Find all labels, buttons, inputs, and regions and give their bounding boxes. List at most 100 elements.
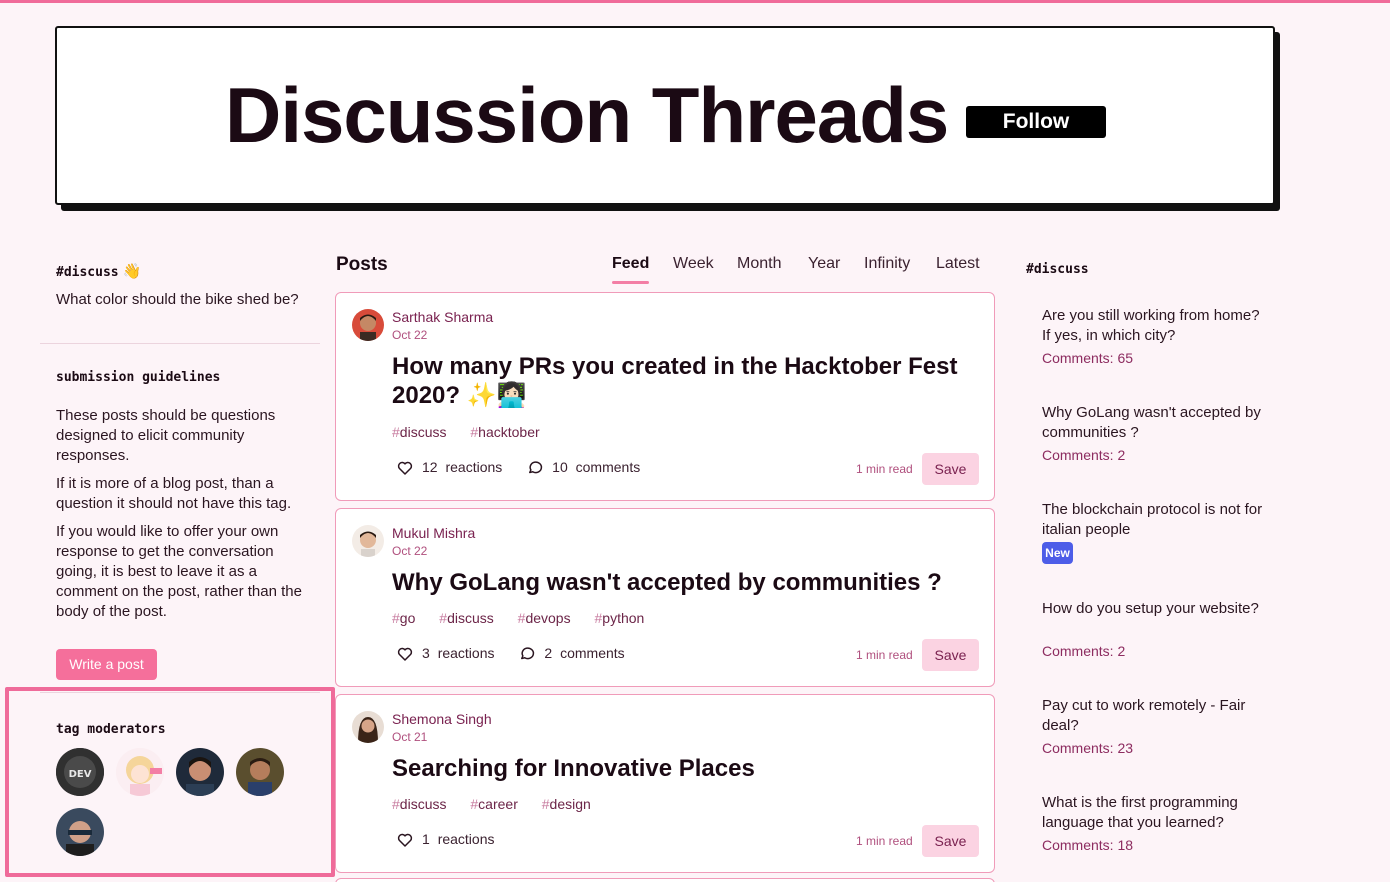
discussion-link[interactable]: The blockchain protocol is not for itali… [1042,500,1267,540]
comments-link[interactable]: 2 comments [518,645,625,663]
author-name[interactable]: Sarthak Sharma [392,309,493,325]
comment-bubble-icon [529,461,543,474]
tag-link[interactable]: #discuss [439,610,503,626]
moderator-avatar[interactable] [56,808,104,856]
discussion-comments-count: Comments: 2 [1042,447,1126,463]
comments-count: 2 [544,645,553,661]
guideline-paragraph: If it is more of a blog post, than a que… [56,475,292,512]
wave-emoji-icon: 👋 [122,262,142,280]
tag-name: #discuss [56,265,119,280]
page-title: Discussion Threads [225,71,949,159]
save-button[interactable]: Save [922,453,979,485]
save-button[interactable]: Save [922,639,979,671]
post-card[interactable]: Shemona Singh Oct 21 Searching for Innov… [335,694,995,873]
author-name[interactable]: Mukul Mishra [392,525,475,541]
active-tab-indicator [612,281,649,284]
tag-link[interactable]: #design [542,796,601,812]
moderator-avatar[interactable] [176,748,224,796]
moderator-avatar[interactable] [236,748,284,796]
tag-link[interactable]: #discuss [392,796,456,812]
reactions-link[interactable]: 12 reactions [396,459,502,477]
person-avatar-icon [352,525,384,557]
comments-count: 10 [552,459,568,475]
heart-icon [397,834,413,848]
new-badge: New [1042,542,1073,564]
top-accent-line [0,0,1390,3]
svg-text:DEV: DEV [69,769,92,780]
heart-icon [397,462,413,476]
tag-heading: #discuss 👋 [56,262,141,280]
post-date[interactable]: Oct 21 [392,730,427,744]
post-card[interactable]: Sarthak Sharma Oct 22 How many PRs you c… [335,292,995,501]
save-button[interactable]: Save [922,825,979,857]
moderator-avatar[interactable]: DEV [56,748,104,796]
heart-icon [397,648,413,662]
tab-latest[interactable]: Latest [936,255,980,273]
reactions-link[interactable]: 3 reactions [396,645,495,663]
tab-infinity[interactable]: Infinity [864,255,910,273]
tab-feed[interactable]: Feed [612,255,649,273]
tag-description: What color should the bike shed be? [56,291,299,308]
tab-week[interactable]: Week [673,255,714,273]
follow-button[interactable]: Follow [966,106,1106,138]
guideline-paragraph: If you would like to offer your own resp… [56,523,302,620]
reactions-link[interactable]: 1 reactions [396,831,495,849]
tab-month[interactable]: Month [737,255,781,273]
post-meta: 3 reactions 2 comments [396,645,645,663]
post-date[interactable]: Oct 22 [392,544,427,558]
write-post-button[interactable]: Write a post [56,649,157,680]
post-tags: #discuss #career #design [392,796,611,812]
discussion-comments-count: Comments: 2 [1042,643,1126,659]
moderators-highlight-box [5,687,335,877]
tag-link[interactable]: #devops [518,610,581,626]
person-avatar-icon [176,748,224,796]
discussion-link[interactable]: Why GoLang wasn't accepted by communitie… [1042,403,1267,443]
comments-link[interactable]: 10 comments [526,459,640,477]
guideline-paragraph: These posts should be questions designed… [56,407,276,464]
person-avatar-icon [352,711,384,743]
author-avatar[interactable] [352,711,384,743]
tag-link[interactable]: #discuss [392,424,456,440]
anime-avatar-icon [116,748,164,796]
comment-bubble-icon [521,647,535,660]
read-time: 1 min read [856,834,913,848]
person-avatar-icon [236,748,284,796]
post-tags: #discuss #hacktober [392,424,560,440]
tag-link[interactable]: #hacktober [470,424,549,440]
discussion-link[interactable]: Are you still working from home? If yes,… [1042,306,1267,346]
post-date[interactable]: Oct 22 [392,328,427,342]
discussion-link[interactable]: Pay cut to work remotely - Fair deal? [1042,696,1267,736]
tag-link[interactable]: #career [470,796,527,812]
tag-link[interactable]: #go [392,610,425,626]
discussion-comments-count: Comments: 18 [1042,837,1134,853]
read-time: 1 min read [856,462,913,476]
author-name[interactable]: Shemona Singh [392,711,492,727]
tab-year[interactable]: Year [808,255,840,273]
read-time: 1 min read [856,648,913,662]
reactions-count: 3 [422,645,430,661]
guidelines-title: submission guidelines [56,370,221,385]
post-title[interactable]: Searching for Innovative Places [392,754,972,783]
dev-logo-avatar-icon: DEV [56,748,104,796]
guidelines-text: These posts should be questions designed… [56,406,306,630]
post-title[interactable]: How many PRs you created in the Hacktobe… [392,352,972,410]
divider [40,343,320,344]
moderators-title: tag moderators [56,722,166,737]
post-tags: #go #discuss #devops #python [392,610,664,626]
discussion-comments-count: Comments: 23 [1042,740,1134,756]
reactions-count: 1 [422,831,430,847]
discussion-link[interactable]: What is the first programming language t… [1042,793,1267,833]
post-title[interactable]: Why GoLang wasn't accepted by communitie… [392,568,972,597]
person-avatar-icon [352,309,384,341]
tag-link[interactable]: #python [594,610,654,626]
post-meta: 1 reactions [396,831,515,849]
post-meta: 12 reactions 10 comments [396,459,660,477]
moderator-avatar[interactable] [116,748,164,796]
post-card[interactable]: Mukul Mishra Oct 22 Why GoLang wasn't ac… [335,508,995,687]
author-avatar[interactable] [352,309,384,341]
author-avatar[interactable] [352,525,384,557]
person-avatar-icon [56,808,104,856]
discussion-link[interactable]: How do you setup your website? [1042,599,1267,619]
post-card-partial [335,878,995,882]
posts-heading: Posts [336,254,388,275]
